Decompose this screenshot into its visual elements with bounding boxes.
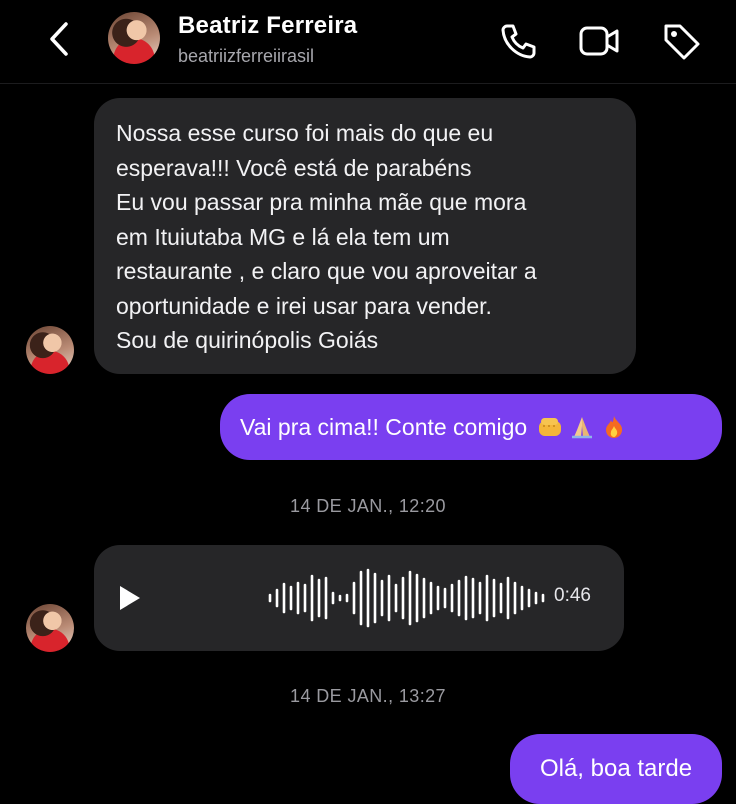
message-timestamp: 14 DE JAN., 12:20 — [290, 496, 446, 516]
contact-username: beatriizferreiirasil — [178, 46, 315, 66]
chat-header: Beatriz Ferreira beatriizferreiirasil — [0, 0, 736, 84]
play-icon[interactable] — [118, 584, 142, 612]
message-text: Vai pra cima!! Conte comigo — [240, 413, 528, 440]
tag-button[interactable] — [660, 20, 702, 62]
message-line: Sou de quirinópolis Goiás — [116, 327, 379, 353]
video-camera-icon — [579, 26, 619, 56]
chevron-left-icon — [50, 22, 68, 56]
video-call-button[interactable] — [578, 20, 620, 62]
message-line: oportunidade e irei usar para vender. — [116, 292, 492, 319]
message-line: esperava!!! Você está de parabéns — [116, 154, 472, 181]
sender-avatar[interactable] — [26, 604, 74, 652]
oncoming-fist-emoji — [539, 418, 562, 436]
message-line: em Ituiutaba MG e lá ela tem um — [116, 223, 450, 250]
outgoing-message-bubble[interactable]: Olá, boa tarde — [510, 734, 722, 804]
contact-avatar[interactable] — [108, 12, 160, 64]
sender-avatar[interactable] — [26, 326, 74, 374]
contact-name[interactable]: Beatriz Ferreira — [178, 12, 357, 40]
audio-call-button[interactable] — [498, 20, 540, 62]
tag-icon — [664, 24, 700, 60]
back-button[interactable] — [44, 18, 80, 60]
incoming-message-bubble[interactable]: Nossa esse curso foi mais do que eu espe… — [94, 98, 636, 374]
outgoing-message-bubble[interactable]: Vai pra cima!! Conte comigo — [220, 394, 722, 460]
voice-duration: 0:46 — [554, 585, 591, 606]
folded-hands-emoji — [572, 417, 593, 439]
message-line: Eu vou passar pra minha mãe que mora — [116, 189, 527, 215]
message-text: Olá, boa tarde — [539, 755, 693, 782]
phone-icon — [501, 24, 536, 59]
message-line: Nossa esse curso foi mais do que eu — [116, 120, 494, 146]
message-line: restaurante , e claro que vou aproveitar… — [116, 258, 537, 284]
voice-message-bubble[interactable]: 0:46 — [94, 545, 624, 651]
message-timestamp: 14 DE JAN., 13:27 — [290, 686, 446, 706]
fire-emoji — [606, 416, 623, 438]
